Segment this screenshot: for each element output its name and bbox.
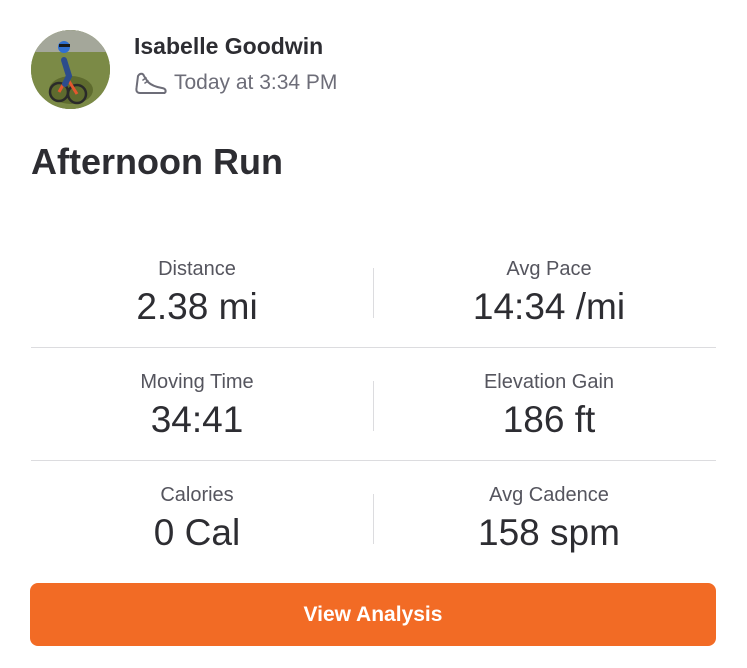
stat-value: 186 ft (502, 399, 596, 440)
stat-label: Moving Time (140, 371, 254, 393)
activity-meta: Today at 3:34 PM (134, 68, 337, 98)
stats-row: Moving Time 34:41 Elevation Gain 186 ft (31, 348, 716, 461)
stat-elevation-gain: Elevation Gain 186 ft (383, 370, 715, 442)
stat-value: 158 spm (478, 512, 620, 553)
activity-timestamp: Today at 3:34 PM (174, 71, 338, 94)
stat-calories: Calories 0 Cal (31, 483, 363, 555)
stat-value: 14:34 /mi (472, 286, 626, 327)
column-divider (373, 494, 374, 544)
stat-label: Calories (160, 484, 234, 506)
stat-distance: Distance 2.38 mi (31, 257, 363, 329)
stat-label: Avg Cadence (489, 484, 609, 506)
activity-title[interactable]: Afternoon Run (31, 141, 283, 183)
view-analysis-button[interactable]: View Analysis (30, 583, 716, 646)
stat-label: Elevation Gain (483, 371, 615, 393)
running-shoe-icon (135, 72, 167, 94)
stat-avg-pace: Avg Pace 14:34 /mi (383, 257, 715, 329)
column-divider (373, 381, 374, 431)
activity-header: Isabelle Goodwin Today at 3:34 PM (31, 30, 721, 110)
column-divider (373, 268, 374, 318)
stat-label: Distance (158, 258, 236, 280)
stat-avg-cadence: Avg Cadence 158 spm (383, 483, 715, 555)
avatar-photo-icon (31, 30, 110, 109)
athlete-avatar[interactable] (31, 30, 110, 109)
stat-value: 2.38 mi (136, 286, 258, 327)
athlete-name[interactable]: Isabelle Goodwin (134, 33, 323, 60)
stat-moving-time: Moving Time 34:41 (31, 370, 363, 442)
stat-label: Avg Pace (506, 258, 592, 280)
stats-row: Calories 0 Cal Avg Cadence 158 spm (31, 461, 716, 574)
stat-value: 34:41 (150, 399, 244, 440)
stats-row: Distance 2.38 mi Avg Pace 14:34 /mi (31, 235, 716, 348)
stat-value: 0 Cal (153, 512, 241, 553)
stats-grid: Distance 2.38 mi Avg Pace 14:34 /mi Movi… (31, 235, 716, 574)
